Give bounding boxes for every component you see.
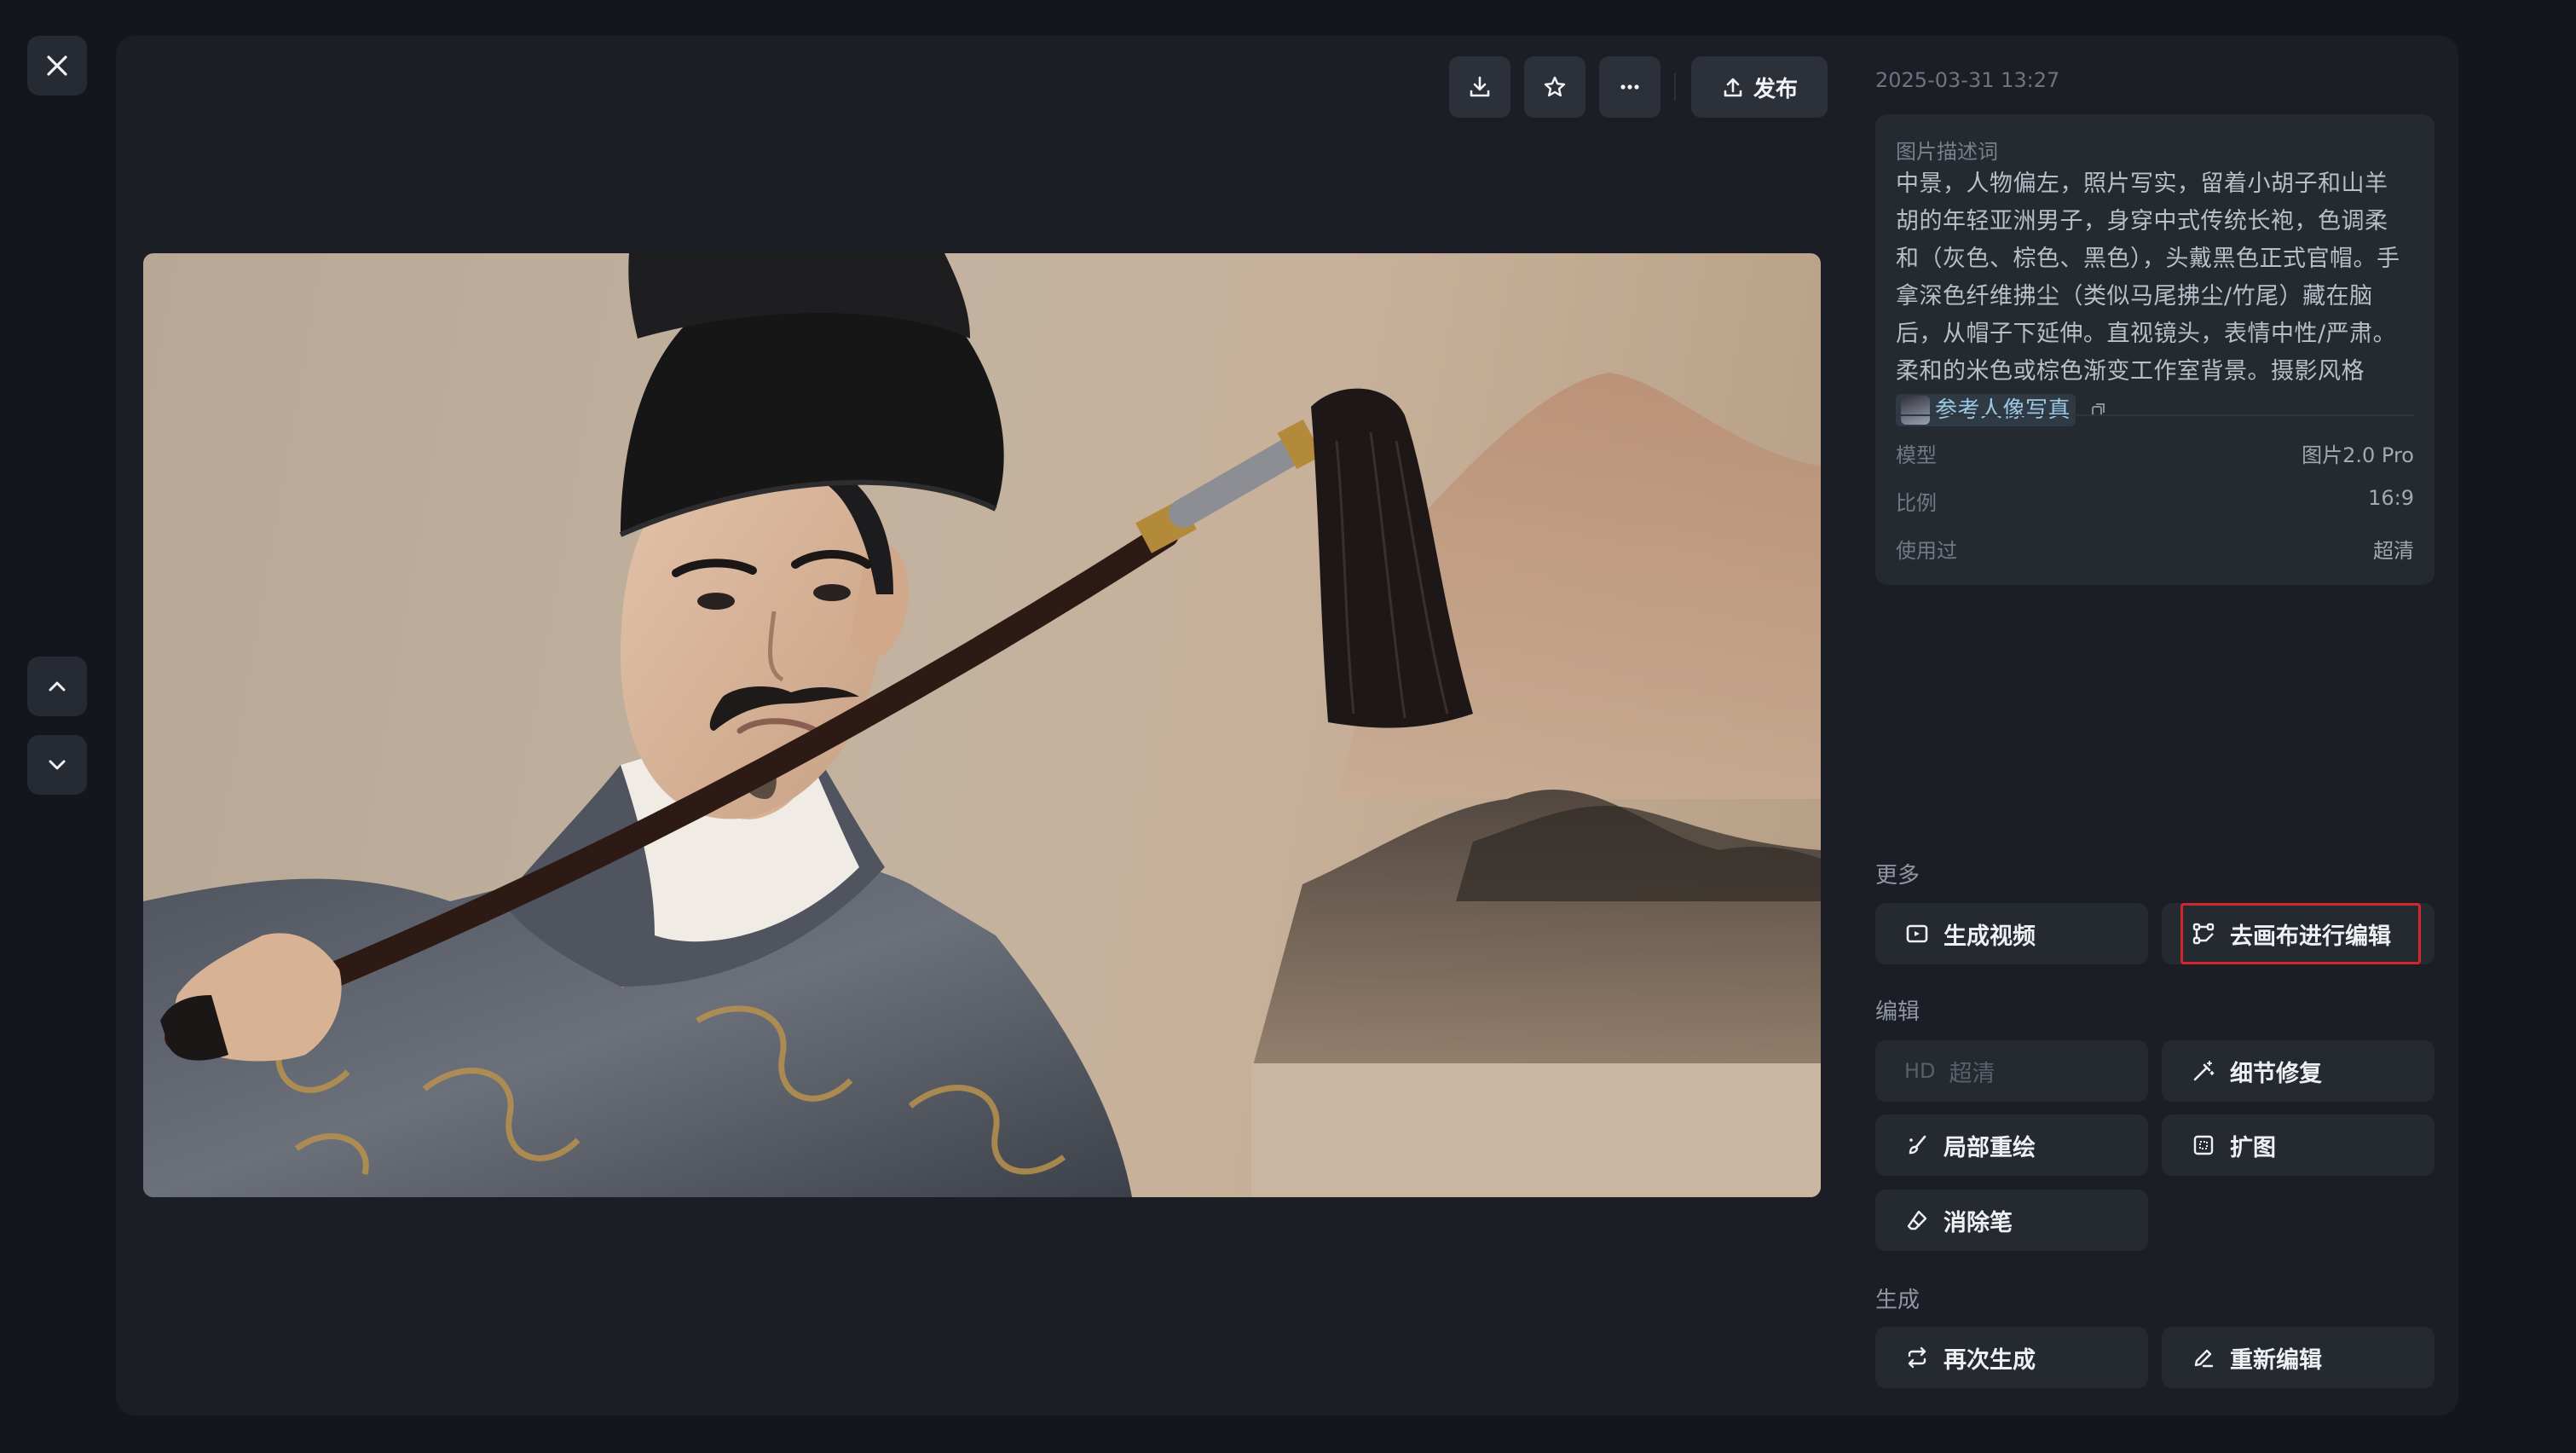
chevron-down-icon: [49, 760, 66, 770]
hd-badge: HD: [1904, 1059, 1936, 1083]
canvas-edit-button[interactable]: 去画布进行编辑: [2162, 903, 2434, 964]
reference-chip[interactable]: 参考人像写真: [1896, 393, 2076, 426]
more-horizontal-icon: [1620, 84, 1639, 90]
meta-key: 使用过: [1896, 539, 1957, 563]
meta-value: 超清: [2373, 539, 2414, 563]
regenerate-button[interactable]: 再次生成: [1875, 1327, 2148, 1388]
previous-image-button[interactable]: [27, 657, 87, 716]
brush-icon: [1909, 1135, 1926, 1155]
outpaint-button[interactable]: 扩图: [2162, 1114, 2434, 1176]
prompt-card: 图片描述词 中景，人物偏左，照片写实，留着小胡子和山羊胡的年轻亚洲男子，身穿中式…: [1875, 114, 2434, 585]
upload-icon: [1724, 78, 1742, 97]
expand-icon: [2193, 1135, 2214, 1155]
meta-key: 比例: [1896, 491, 1937, 515]
chevron-up-icon: [49, 681, 66, 692]
meta-ratio: 比例 16:9: [1896, 486, 2414, 516]
next-image-button[interactable]: [27, 735, 87, 795]
timestamp: 2025-03-31 13:27: [1875, 68, 2060, 92]
outpaint-label: 扩图: [2230, 1134, 2276, 1161]
meta-model: 模型 图片2.0 Pro: [1896, 438, 2414, 468]
prompt-text[interactable]: 中景，人物偏左，照片写实，留着小胡子和山羊胡的年轻亚洲男子，身穿中式传统长袍，色…: [1896, 165, 2407, 428]
prompt-label: 图片描述词: [1896, 140, 1998, 164]
eraser-button[interactable]: 消除笔: [1875, 1190, 2148, 1251]
eraser-label: 消除笔: [1944, 1209, 2013, 1236]
pencil-icon: [2194, 1349, 2214, 1368]
upscale-hd-button[interactable]: HD 超清: [1875, 1040, 2148, 1102]
download-icon: [1470, 76, 1490, 97]
regenerate-label: 再次生成: [1944, 1346, 2036, 1374]
inpaint-button[interactable]: 局部重绘: [1875, 1114, 2148, 1176]
generate-video-button[interactable]: 生成视频: [1875, 903, 2148, 964]
meta-key: 模型: [1896, 443, 1937, 467]
detail-fix-label: 细节修复: [2230, 1060, 2322, 1087]
prompt-body: 中景，人物偏左，照片写实，留着小胡子和山羊胡的年轻亚洲男子，身穿中式传统长袍，色…: [1896, 171, 2400, 385]
meta-used: 使用过 超清: [1896, 534, 2414, 564]
close-button[interactable]: [27, 36, 87, 96]
card-divider: [1896, 414, 2414, 416]
download-button[interactable]: [1449, 56, 1510, 118]
section-edit-label: 编辑: [1875, 999, 1920, 1025]
generate-video-label: 生成视频: [1944, 923, 2036, 950]
detail-fix-button[interactable]: 细节修复: [2162, 1040, 2434, 1102]
repeat-icon: [1908, 1346, 1926, 1369]
upscale-hd-label: 超清: [1949, 1060, 1996, 1087]
reedit-button[interactable]: 重新编辑: [2162, 1327, 2434, 1388]
close-icon: [47, 55, 67, 76]
publish-label: 发布: [1753, 76, 1798, 102]
more-options-button[interactable]: [1599, 56, 1661, 118]
generated-image: [143, 253, 1821, 1197]
reference-label: 参考人像写真: [1935, 397, 2071, 423]
reference-avatar: [1901, 395, 1930, 425]
star-icon: [1544, 76, 1566, 97]
favorite-button[interactable]: [1524, 56, 1585, 118]
video-add-icon: [1906, 924, 1928, 943]
inpaint-label: 局部重绘: [1944, 1134, 2036, 1161]
meta-value: 16:9: [2368, 486, 2414, 510]
eraser-icon: [1907, 1210, 1927, 1230]
magic-wand-icon: [2193, 1061, 2215, 1081]
publish-button[interactable]: 发布: [1691, 56, 1828, 118]
highlight-box: [2180, 903, 2421, 964]
reedit-label: 重新编辑: [2230, 1346, 2322, 1374]
toolbar-divider: [1674, 73, 1676, 101]
section-generate-label: 生成: [1875, 1288, 1920, 1313]
section-more-label: 更多: [1875, 863, 1920, 889]
portrait-artwork: [143, 253, 1821, 1197]
meta-value: 图片2.0 Pro: [2302, 443, 2414, 467]
